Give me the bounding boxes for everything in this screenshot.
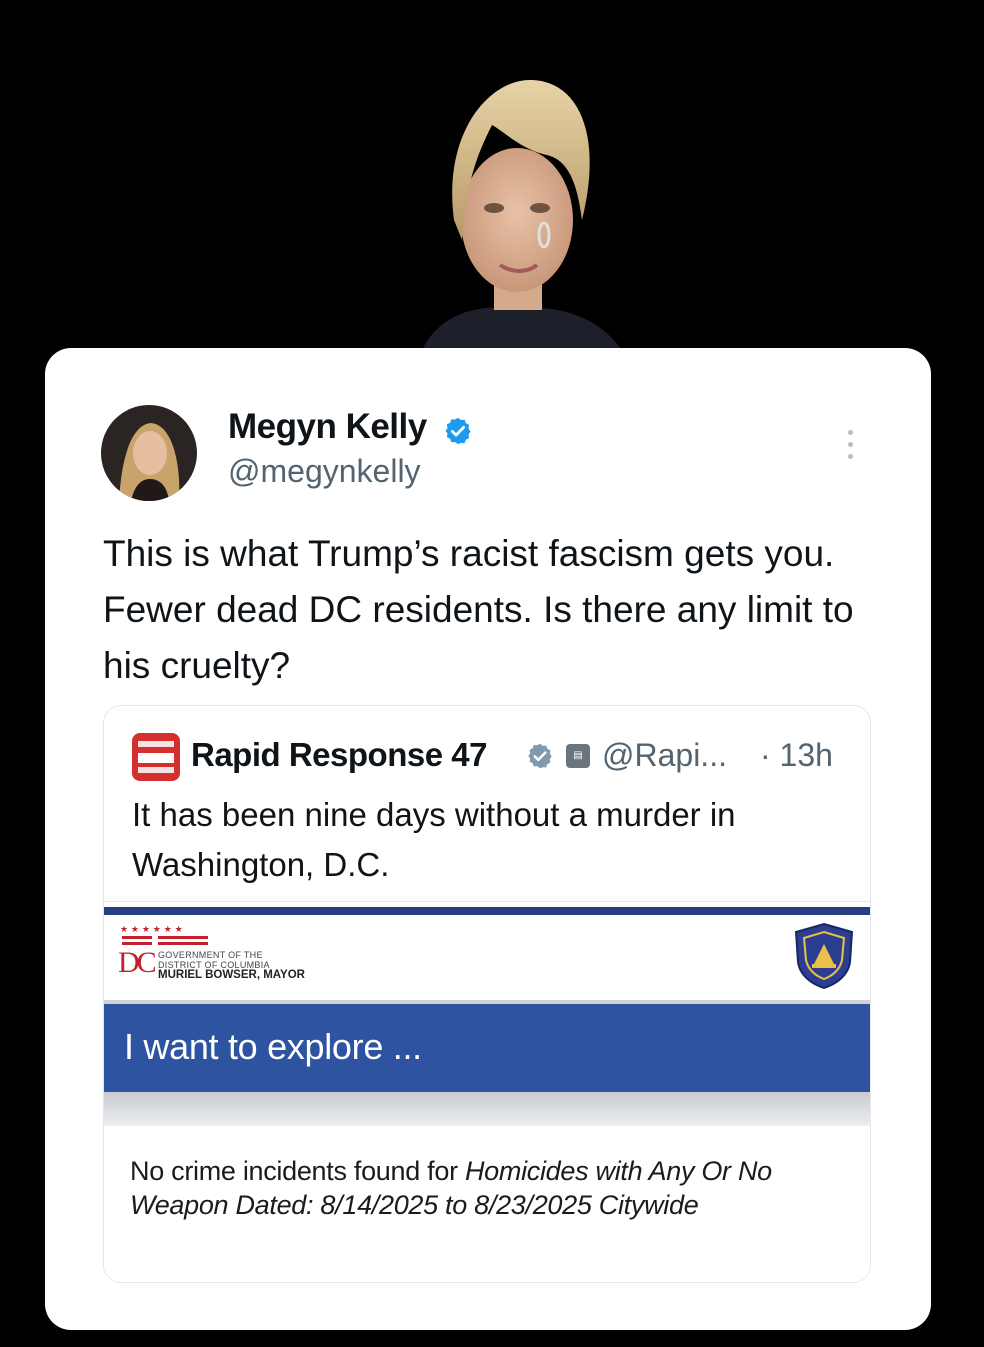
profile-portrait-image: [382, 70, 652, 350]
quoted-tweet[interactable]: Rapid Response 47 ▤ @Rapi... · 13h It ha…: [103, 705, 871, 1283]
more-options-icon[interactable]: [838, 425, 862, 465]
search-result-text: No crime incidents found for Homicides w…: [130, 1154, 830, 1222]
dc-mayor-line: MURIEL BOWSER, MAYOR: [158, 969, 305, 981]
svg-text:★ ★ ★ ★ ★ ★: ★ ★ ★ ★ ★ ★: [120, 925, 183, 935]
government-affiliation-icon: ▤: [566, 744, 590, 768]
explore-menu-bar[interactable]: I want to explore ...: [104, 1004, 870, 1092]
author-name[interactable]: Megyn Kelly: [228, 407, 427, 447]
author-avatar[interactable]: [101, 405, 197, 501]
header-accent-bar: [104, 907, 870, 915]
quoted-media-screenshot[interactable]: ★ ★ ★ ★ ★ ★ DC GOVERNMENT OF THE DISTRIC…: [104, 901, 870, 1282]
rapid-response-logo-icon: [132, 733, 180, 781]
quoted-author-handle[interactable]: @Rapi...: [602, 737, 727, 774]
search-result-panel: No crime incidents found for Homicides w…: [104, 1126, 870, 1282]
quoted-timestamp[interactable]: · 13h: [760, 737, 833, 774]
police-badge-icon: [792, 922, 856, 990]
quoted-author-name[interactable]: Rapid Response 47: [191, 736, 487, 774]
verified-badge-icon: [443, 416, 473, 446]
explore-label[interactable]: I want to explore ...: [124, 1026, 422, 1068]
dc-logo-letters: DC: [118, 946, 157, 979]
gray-verified-badge-icon: [526, 742, 554, 770]
explore-bar-shadow: [104, 1092, 870, 1126]
author-handle[interactable]: @megynkelly: [228, 453, 421, 490]
tweet-text: This is what Trump’s racist fascism gets…: [103, 533, 854, 686]
quoted-tweet-text: It has been nine days without a murder i…: [132, 796, 736, 883]
result-prefix: No crime incidents found for: [130, 1156, 465, 1186]
dc-government-line-1: GOVERNMENT OF THE: [158, 950, 263, 960]
